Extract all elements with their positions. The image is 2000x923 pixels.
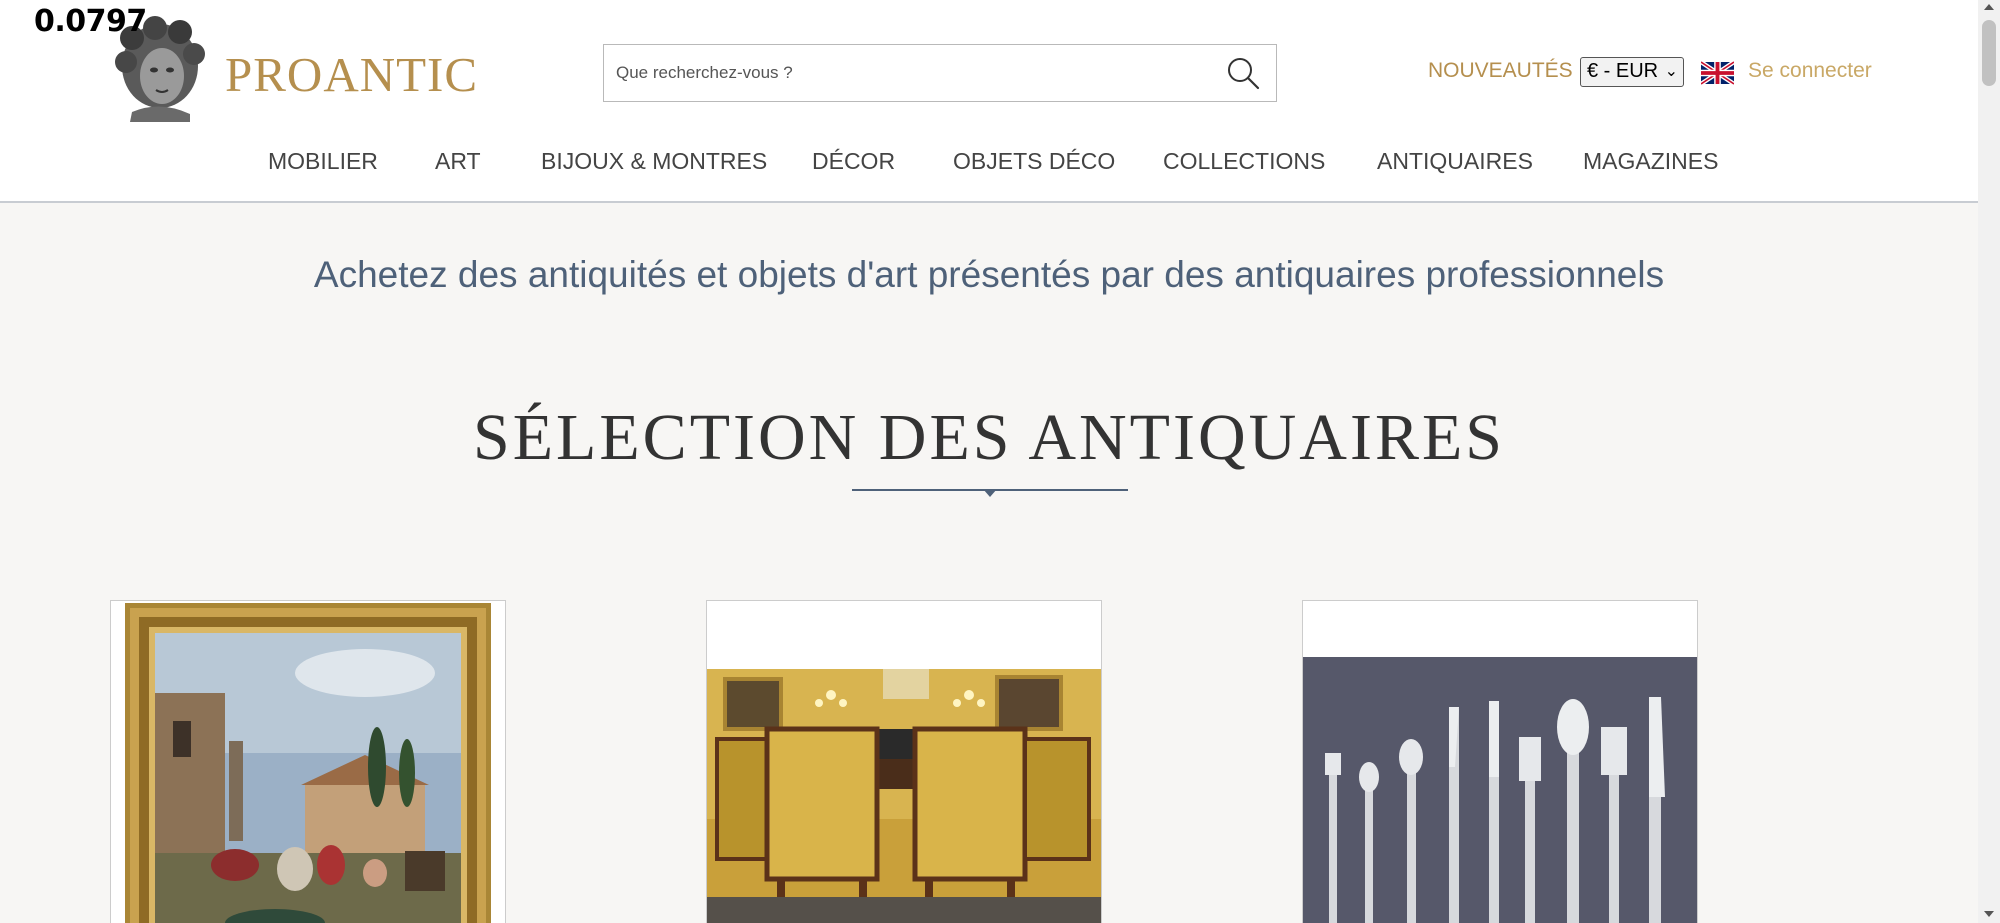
nav-item-art[interactable]: ART: [435, 148, 481, 175]
search-icon[interactable]: [1224, 54, 1262, 92]
title-divider-arrow: [983, 489, 997, 497]
overlay-value: 0.0797: [34, 4, 147, 39]
nav-item-mobilier[interactable]: MOBILIER: [268, 148, 378, 175]
login-link[interactable]: Se connecter: [1748, 59, 1872, 83]
armchairs-image: [707, 669, 1101, 923]
section-title: SÉLECTION DES ANTIQUAIRES: [473, 401, 1505, 474]
scroll-down-icon[interactable]: [1984, 911, 1994, 917]
nav-item-magazines[interactable]: MAGAZINES: [1583, 148, 1718, 175]
nav-item-collections[interactable]: COLLECTIONS: [1163, 148, 1325, 175]
uk-flag-icon[interactable]: [1701, 61, 1734, 85]
search-box: [603, 44, 1277, 102]
nav-item-antiquaires[interactable]: ANTIQUAIRES: [1377, 148, 1533, 175]
painting-image: [125, 603, 491, 923]
nouveautes-link[interactable]: NOUVEAUTÉS: [1428, 59, 1573, 83]
product-card-painting[interactable]: [110, 600, 506, 923]
chevron-down-icon: ⌄: [1664, 63, 1678, 80]
nav-item-decor[interactable]: DÉCOR: [812, 148, 895, 175]
currency-select[interactable]: € - EUR ⌄: [1580, 57, 1684, 87]
product-card-cutlery[interactable]: [1302, 600, 1698, 923]
product-card-armchairs[interactable]: [706, 600, 1102, 923]
nav-item-objets-deco[interactable]: OBJETS DÉCO: [953, 148, 1115, 175]
scroll-thumb[interactable]: [1982, 20, 1996, 86]
nav-item-bijoux-montres[interactable]: BIJOUX & MONTRES: [541, 148, 767, 175]
search-input[interactable]: [616, 45, 1206, 100]
logo-text[interactable]: PROANTIC: [225, 46, 478, 103]
site-header: PROANTIC NOUVEAUTÉS € - EUR ⌄ Se connect…: [0, 0, 1978, 203]
scroll-up-icon[interactable]: [1984, 4, 1994, 10]
main-nav: MOBILIER ART BIJOUX & MONTRES DÉCOR OBJE…: [0, 148, 1978, 178]
vertical-scrollbar[interactable]: [1978, 0, 2000, 923]
tagline: Achetez des antiquités et objets d'art p…: [313, 254, 1665, 295]
currency-value: € - EUR: [1587, 60, 1659, 82]
cutlery-image: [1303, 657, 1697, 923]
